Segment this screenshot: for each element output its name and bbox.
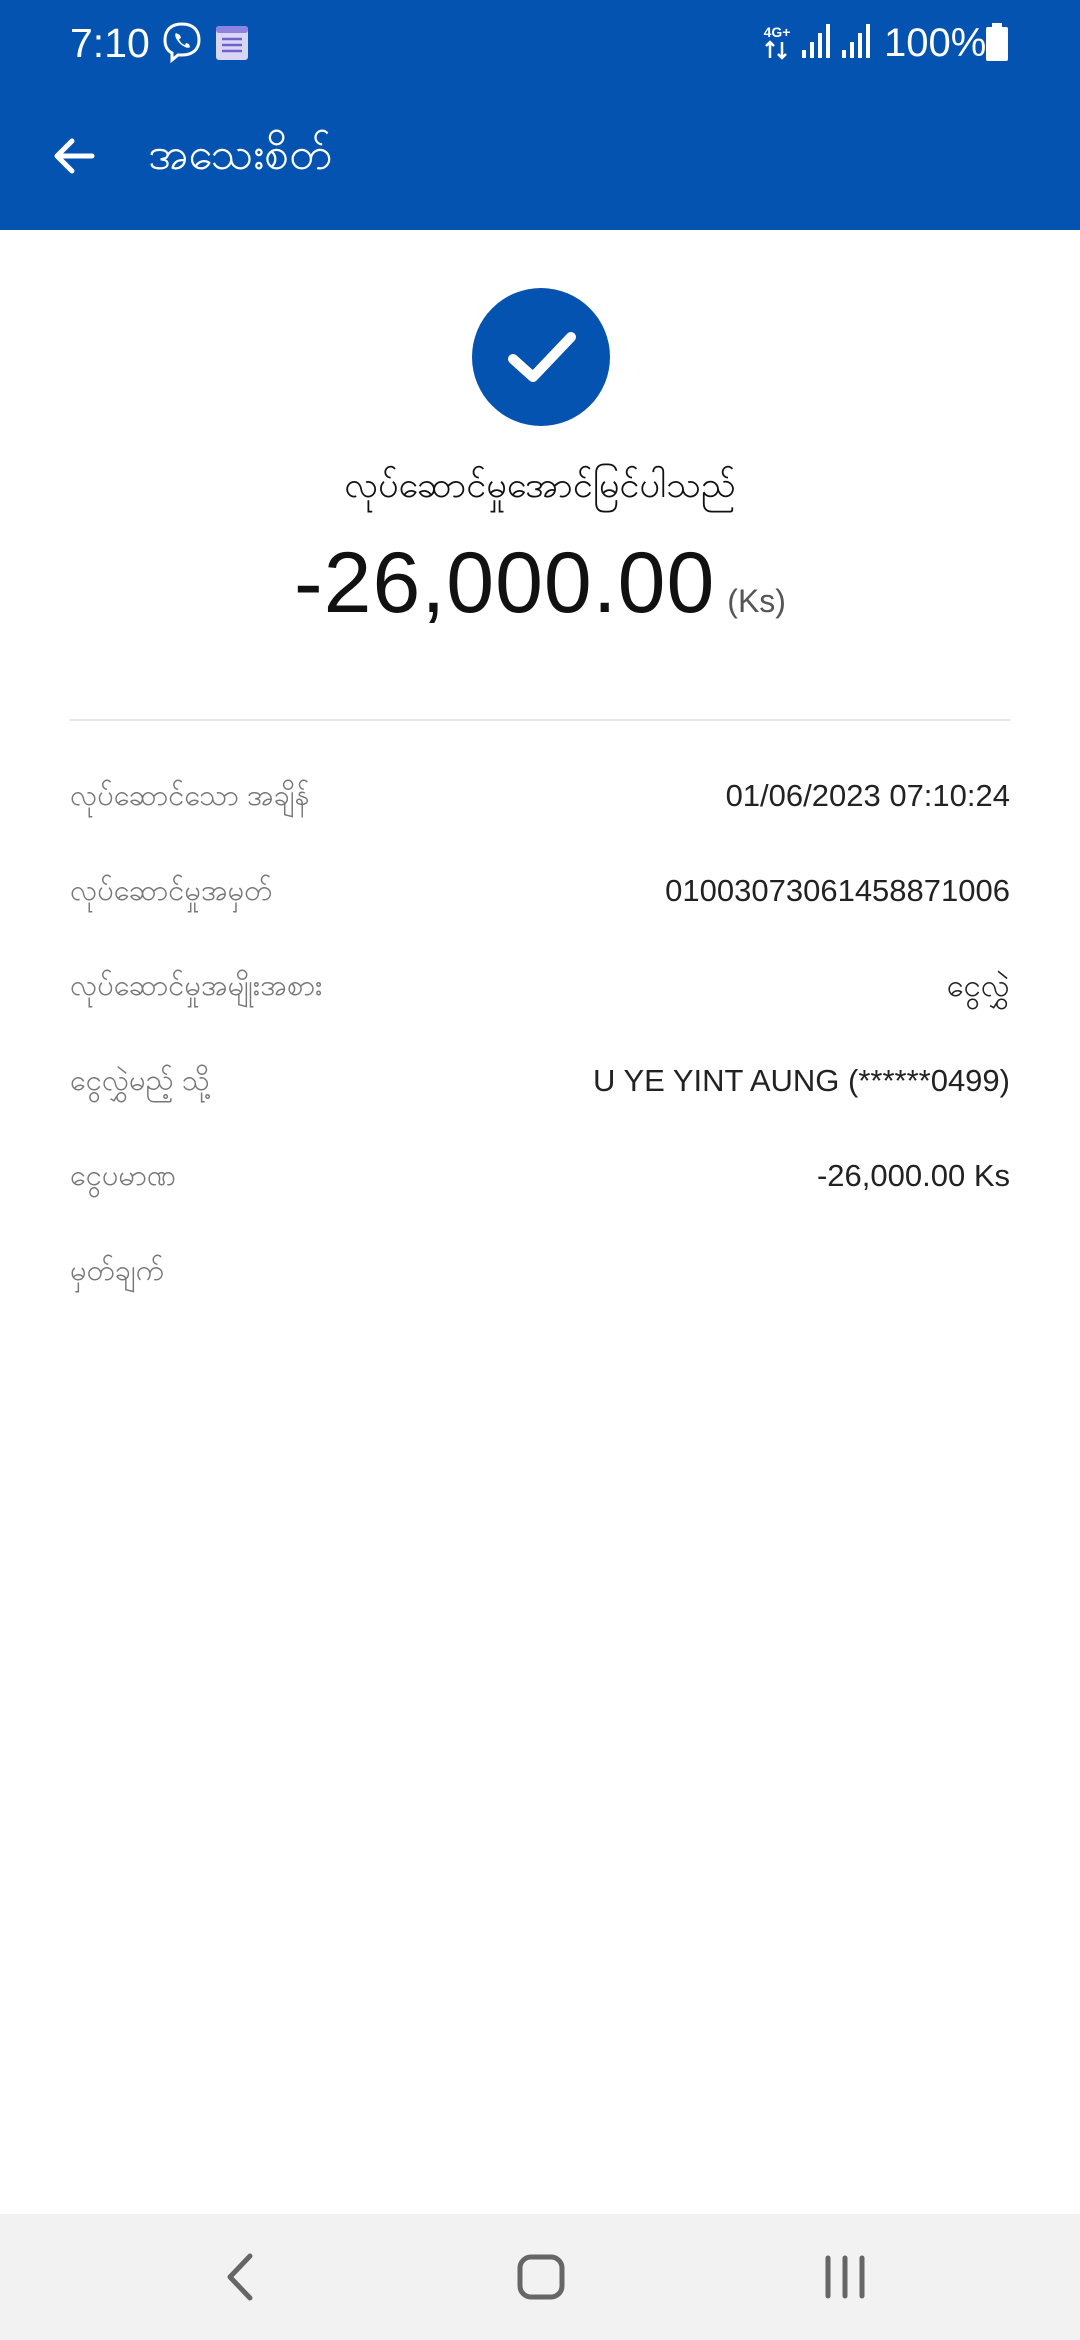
detail-value: ငွေလွှဲ [946,968,1010,1003]
detail-row-transaction-time: လုပ်ဆောင်သော အချိန် 01/06/2023 07:10:24 [70,766,1010,826]
page-title: အသေးစိတ် [148,130,332,179]
detail-value: 01/06/2023 07:10:24 [725,778,1010,813]
detail-label: ငွေလွှဲမည့် သို့ [70,1065,210,1097]
detail-row-transaction-type: လုပ်ဆောင်မှုအမျိုးအစား ငွေလွှဲ [70,956,1010,1016]
detail-value: U YE YINT AUNG (******0499) [593,1063,1010,1098]
divider [70,719,1010,721]
system-nav-bar [0,2214,1080,2340]
amount-display: -26,000.00 (Ks) [0,528,1080,638]
success-badge [472,288,610,426]
detail-label: ငွေပမာဏ [70,1160,177,1192]
network-label: 4G+ [764,24,791,40]
detail-label: လုပ်ဆောင်မှုအမျိုးအစား [70,970,323,1002]
back-button[interactable] [34,116,114,196]
amount-currency: (Ks) [727,583,786,619]
nav-recents-icon[interactable] [814,2244,876,2310]
detail-value: 01003073061458871006 [665,873,1010,908]
battery-percent: 100% [884,21,987,65]
notes-icon [216,26,248,60]
detail-row-recipient: ငွေလွှဲမည့် သို့ U YE YINT AUNG (******0… [70,1051,1010,1111]
app-header: 7:10 4G+ 100% အသေးစိတ် [0,0,1080,230]
signal-icon [842,24,870,58]
detail-row-remark: မှတ်ချက် [70,1241,1010,1301]
battery-icon [986,23,1008,61]
detail-row-transaction-id: လုပ်ဆောင်မှုအမှတ် 01003073061458871006 [70,861,1010,921]
network-4g-icon: 4G+ [764,24,791,60]
status-time: 7:10 [70,20,150,66]
detail-label: လုပ်ဆောင်မှုအမှတ် [70,875,273,907]
detail-value: -26,000.00 Ks [816,1158,1010,1193]
amount-value: -26,000.00 [294,535,716,631]
detail-row-amount: ငွေပမာဏ -26,000.00 Ks [70,1146,1010,1206]
status-bar: 7:10 4G+ 100% [0,0,1080,86]
signal-icon [802,24,830,58]
viber-icon [163,22,201,64]
detail-label: မှတ်ချက် [70,1255,165,1287]
nav-home-icon[interactable] [510,2244,572,2310]
transaction-status-message: လုပ်ဆောင်မှုအောင်မြင်ပါသည် [344,464,736,505]
detail-label: လုပ်ဆောင်သော အချိန် [70,780,310,812]
arrow-left-icon [54,138,95,174]
check-icon [508,332,576,382]
nav-back-icon[interactable] [212,2244,268,2310]
